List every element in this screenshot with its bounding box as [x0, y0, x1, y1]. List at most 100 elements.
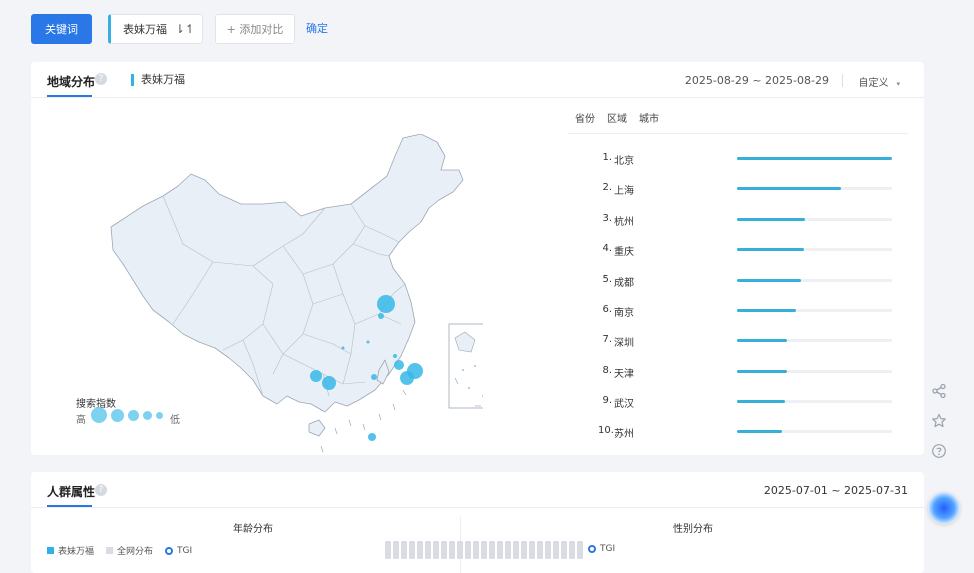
placeholder-bar	[521, 541, 527, 559]
share-icon[interactable]	[928, 380, 950, 402]
swap-icon[interactable]: ⇂↿	[175, 22, 195, 36]
placeholder-bar	[385, 541, 391, 559]
rank-city-name: 北京	[614, 156, 634, 167]
legend-label: 表妹万福	[58, 547, 95, 557]
help-icon[interactable]	[928, 440, 950, 462]
bubble-tianjin	[378, 313, 384, 319]
ranking-row: 2. 上海	[598, 181, 908, 197]
custom-date-select[interactable]: 自定义 ▾	[858, 74, 900, 89]
rank-bar-fill	[737, 187, 841, 190]
legend-item-all-network[interactable]: 全网分布	[106, 544, 153, 557]
ranking-row: 7. 深圳	[598, 333, 908, 349]
china-map[interactable]	[103, 134, 483, 454]
keyword-chip[interactable]: 表妹万福 ⇂↿	[108, 14, 203, 44]
rank-bar-fill	[737, 248, 804, 251]
rank-bar-track	[737, 279, 892, 282]
bubble-other-1	[393, 354, 397, 358]
top-toolbar: 关键词 表妹万福 ⇂↿ + 添加对比 确定	[0, 0, 974, 56]
rank-bar-fill	[737, 339, 787, 342]
placeholder-bar	[505, 541, 511, 559]
bubble-beijing	[377, 295, 395, 313]
rank-number: 4.	[602, 243, 612, 254]
tab-city[interactable]: 城市	[639, 114, 659, 125]
rank-bar-fill	[737, 370, 787, 373]
legend-item-tgi[interactable]: TGI	[588, 544, 615, 554]
legend-item-keyword[interactable]: 表妹万福	[47, 544, 94, 557]
rank-city-name: 苏州	[614, 429, 634, 440]
add-compare-button[interactable]: + 添加对比	[215, 14, 295, 44]
rank-number: 8.	[602, 365, 612, 376]
rank-bar-track	[737, 218, 892, 221]
map-legend-low: 低	[170, 415, 180, 426]
rank-city-name: 武汉	[614, 399, 634, 410]
ranking-row: 6. 南京	[598, 303, 908, 319]
tab-area[interactable]: 区域	[607, 114, 627, 125]
placeholder-bar	[545, 541, 551, 559]
crowd-title: 人群属性	[47, 485, 96, 499]
confirm-link[interactable]: 确定	[306, 20, 328, 36]
help-icon[interactable]: ?	[95, 73, 107, 85]
placeholder-bar	[433, 541, 439, 559]
placeholder-bar	[401, 541, 407, 559]
bubble-other-2	[366, 340, 370, 344]
rank-bar-fill	[737, 218, 806, 221]
ranking-row: 1. 北京	[598, 151, 908, 167]
bubble-other-3	[341, 346, 345, 350]
star-icon[interactable]	[928, 410, 950, 432]
ranking-tabs: 省份 区域 城市	[575, 110, 671, 125]
ranking-row: 10. 苏州	[598, 424, 908, 440]
bubble-nanjing	[394, 360, 404, 370]
placeholder-bar	[441, 541, 447, 559]
region-date-range[interactable]: 2025-08-29 ~ 2025-08-29	[685, 74, 829, 87]
rank-number: 1.	[602, 152, 612, 163]
ranking-row: 4. 重庆	[598, 242, 908, 258]
rank-city-name: 天津	[614, 369, 634, 380]
rank-bar-fill	[737, 157, 892, 160]
header-divider	[842, 74, 843, 87]
rank-number: 6.	[602, 304, 612, 315]
keyword-button[interactable]: 关键词	[31, 14, 92, 44]
bubble-shenzhen	[368, 433, 376, 441]
placeholder-bar	[457, 541, 463, 559]
bubble-wuhan	[371, 374, 377, 380]
placeholder-bar	[393, 541, 399, 559]
legend-dot-xl	[91, 407, 107, 423]
keyword-chip-label: 表妹万福	[123, 23, 167, 36]
rank-bar-track	[737, 339, 892, 342]
rank-bar-track	[737, 309, 892, 312]
custom-date-label: 自定义	[858, 78, 889, 89]
legend-item-tgi[interactable]: TGI	[165, 546, 192, 556]
rank-bar-fill	[737, 279, 801, 282]
rank-bar-track	[737, 430, 892, 433]
rank-bar-fill	[737, 309, 796, 312]
rank-bar-track	[737, 248, 892, 251]
legend-dot-sm	[143, 411, 152, 420]
active-tab-underline	[47, 95, 92, 97]
ranking-row: 9. 武汉	[598, 394, 908, 410]
placeholder-bar	[481, 541, 487, 559]
region-distribution-card: 地域分布 ? 表妹万福 2025-08-29 ~ 2025-08-29 自定义 ▾	[31, 62, 924, 455]
rank-bar-track	[737, 187, 892, 190]
bubble-suzhou	[400, 371, 414, 385]
assistant-icon[interactable]	[928, 492, 960, 524]
rank-bar-fill	[737, 400, 786, 403]
crowd-card-header: 人群属性 ? 2025-07-01 ~ 2025-07-31	[31, 472, 924, 508]
rank-city-name: 深圳	[614, 338, 634, 349]
crowd-date-range[interactable]: 2025-07-01 ~ 2025-07-31	[764, 484, 908, 497]
help-icon[interactable]: ?	[95, 484, 107, 496]
placeholder-bar	[489, 541, 495, 559]
legend-ring	[165, 546, 174, 555]
placeholder-bar	[473, 541, 479, 559]
ranking-row: 8. 天津	[598, 364, 908, 380]
gender-distribution-title: 性别分布	[673, 524, 713, 535]
bubble-chongqing	[322, 376, 336, 390]
rank-bar-fill	[737, 430, 782, 433]
placeholder-bar	[409, 541, 415, 559]
placeholder-bar	[569, 541, 575, 559]
legend-dot-lg	[111, 409, 124, 422]
tab-province[interactable]: 省份	[575, 114, 595, 125]
chevron-down-icon: ▾	[896, 80, 900, 88]
map-legend-high: 高	[76, 415, 86, 426]
map-regions	[110, 134, 464, 437]
rank-city-name: 上海	[614, 186, 634, 197]
